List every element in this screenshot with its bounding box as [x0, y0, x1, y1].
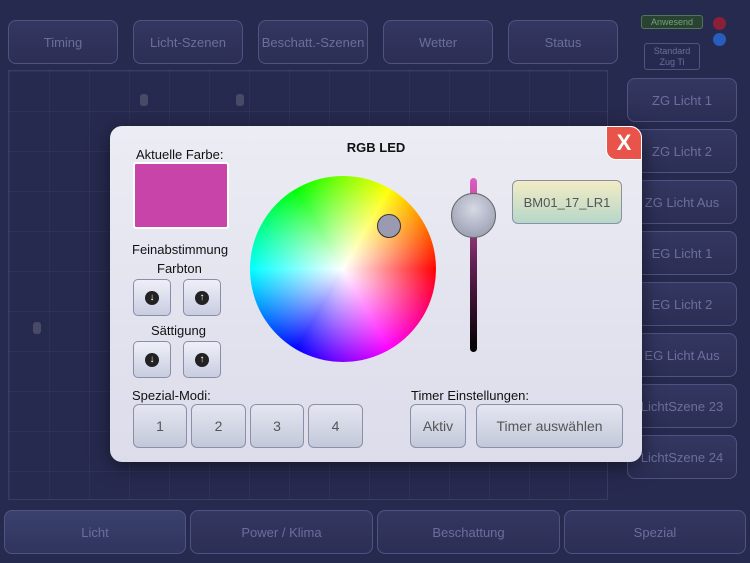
- close-button[interactable]: X: [606, 126, 642, 160]
- arrow-up-icon: ↑: [195, 290, 209, 305]
- special-modes-label: Spezial-Modi:: [132, 388, 211, 403]
- special-mode-1-button[interactable]: 1: [133, 404, 187, 448]
- close-icon: X: [616, 130, 632, 155]
- hue-label: Farbton: [157, 261, 202, 276]
- special-mode-4-button[interactable]: 4: [308, 404, 363, 448]
- timer-settings-label: Timer Einstellungen:: [411, 388, 530, 403]
- arrow-down-icon: ↓: [145, 290, 159, 305]
- color-wheel-handle[interactable]: [377, 214, 401, 238]
- fine-tuning-label: Feinabstimmung: [132, 242, 229, 257]
- color-wheel[interactable]: [250, 176, 436, 362]
- special-mode-3-button[interactable]: 3: [250, 404, 304, 448]
- current-color-swatch: [133, 162, 229, 229]
- timer-select-button[interactable]: Timer auswählen: [476, 404, 623, 448]
- saturation-label: Sättigung: [151, 323, 206, 338]
- arrow-down-icon: ↓: [145, 352, 159, 367]
- timer-active-button[interactable]: Aktiv: [410, 404, 466, 448]
- hue-down-button[interactable]: ↓: [133, 279, 171, 316]
- special-mode-2-button[interactable]: 2: [191, 404, 246, 448]
- brightness-slider-thumb[interactable]: [451, 193, 496, 238]
- device-button[interactable]: BM01_17_LR1: [512, 180, 622, 224]
- hue-up-button[interactable]: ↑: [183, 279, 221, 316]
- saturation-down-button[interactable]: ↓: [133, 341, 171, 378]
- saturation-up-button[interactable]: ↑: [183, 341, 221, 378]
- rgb-led-dialog: RGB LED X Aktuelle Farbe: Feinabstimmung…: [110, 126, 642, 462]
- current-color-label: Aktuelle Farbe:: [136, 147, 224, 162]
- arrow-up-icon: ↑: [195, 352, 209, 367]
